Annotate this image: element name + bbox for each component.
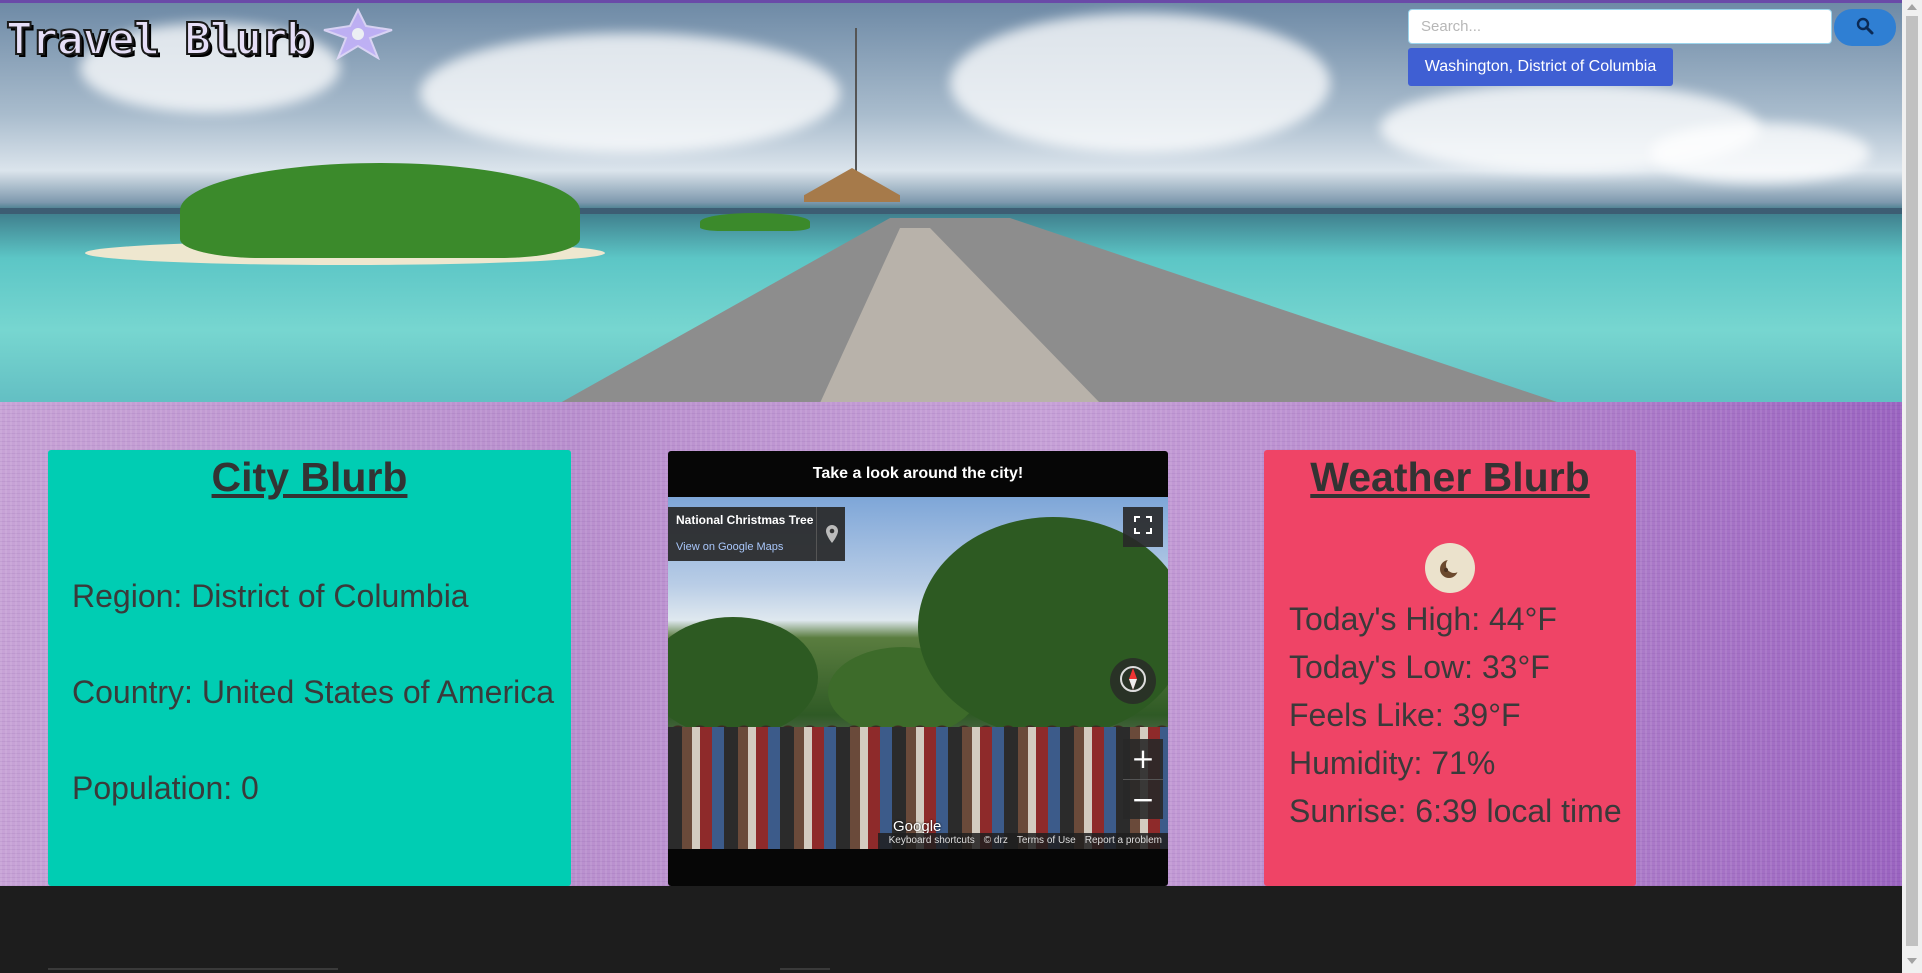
copyright-text: © drz [983, 835, 1008, 846]
recent-search-button[interactable]: Washington, District of Columbia [1408, 48, 1673, 86]
fullscreen-button[interactable] [1123, 507, 1163, 547]
zoom-controls: + − [1123, 739, 1163, 819]
vertical-scrollbar[interactable] [1902, 0, 1922, 973]
scrollbar-thumb[interactable] [1906, 16, 1918, 946]
compass-button[interactable] [1110, 658, 1156, 704]
plane-logo-icon [322, 7, 394, 61]
feels-like-text: Feels Like: 39°F [1289, 697, 1521, 733]
low-temp-text: Today's Low: 33°F [1289, 649, 1550, 685]
street-view-header: Take a look around the city! [812, 465, 1024, 482]
scroll-down-arrow-icon[interactable] [1907, 958, 1917, 964]
view-on-google-maps-link[interactable]: View on Google Maps [676, 541, 783, 553]
fullscreen-icon [1134, 516, 1152, 538]
street-view-card: Take a look around the city! National Ch… [668, 451, 1168, 886]
terms-of-use-link[interactable]: Terms of Use [1017, 833, 1076, 849]
search-input[interactable] [1408, 9, 1832, 44]
city-blurb-title: City Blurb [211, 454, 408, 500]
moon-icon [1425, 543, 1475, 593]
scroll-up-arrow-icon[interactable] [1907, 4, 1917, 10]
country-text: Country: United States of America [72, 674, 554, 710]
footer-divider [48, 968, 338, 970]
site-logo[interactable]: Travel Blurb [5, 13, 314, 66]
search-icon [1856, 17, 1874, 39]
humidity-text: Humidity: 71% [1289, 745, 1496, 781]
street-view-panorama[interactable]: National Christmas Tree View on Google M… [668, 497, 1168, 849]
place-name: National Christmas Tree [676, 513, 814, 527]
report-problem-link[interactable]: Report a problem [1085, 833, 1162, 849]
high-temp-text: Today's High: 44°F [1289, 601, 1557, 637]
search-button[interactable] [1834, 9, 1896, 46]
map-attribution-bar: Keyboard shortcuts © drz Terms of Use Re… [878, 833, 1168, 849]
city-blurb-card: City Blurb Region: District of Columbia … [48, 450, 571, 886]
footer-divider-short [780, 968, 830, 970]
footer [0, 886, 1902, 973]
weather-blurb-title: Weather Blurb [1310, 454, 1590, 500]
compass-icon [1118, 664, 1148, 698]
sunrise-text: Sunrise: 6:39 local time [1289, 793, 1622, 829]
map-pin-icon[interactable] [816, 507, 846, 561]
zoom-in-button[interactable]: + [1123, 739, 1163, 779]
weather-blurb-card: Weather Blurb Today's High: 44°F Today's… [1264, 450, 1636, 886]
region-text: Region: District of Columbia [72, 578, 469, 614]
keyboard-shortcuts-link[interactable]: Keyboard shortcuts [889, 833, 975, 849]
population-text: Population: 0 [72, 770, 259, 806]
zoom-out-button[interactable]: − [1123, 780, 1163, 820]
place-info-card: National Christmas Tree View on Google M… [668, 507, 845, 561]
